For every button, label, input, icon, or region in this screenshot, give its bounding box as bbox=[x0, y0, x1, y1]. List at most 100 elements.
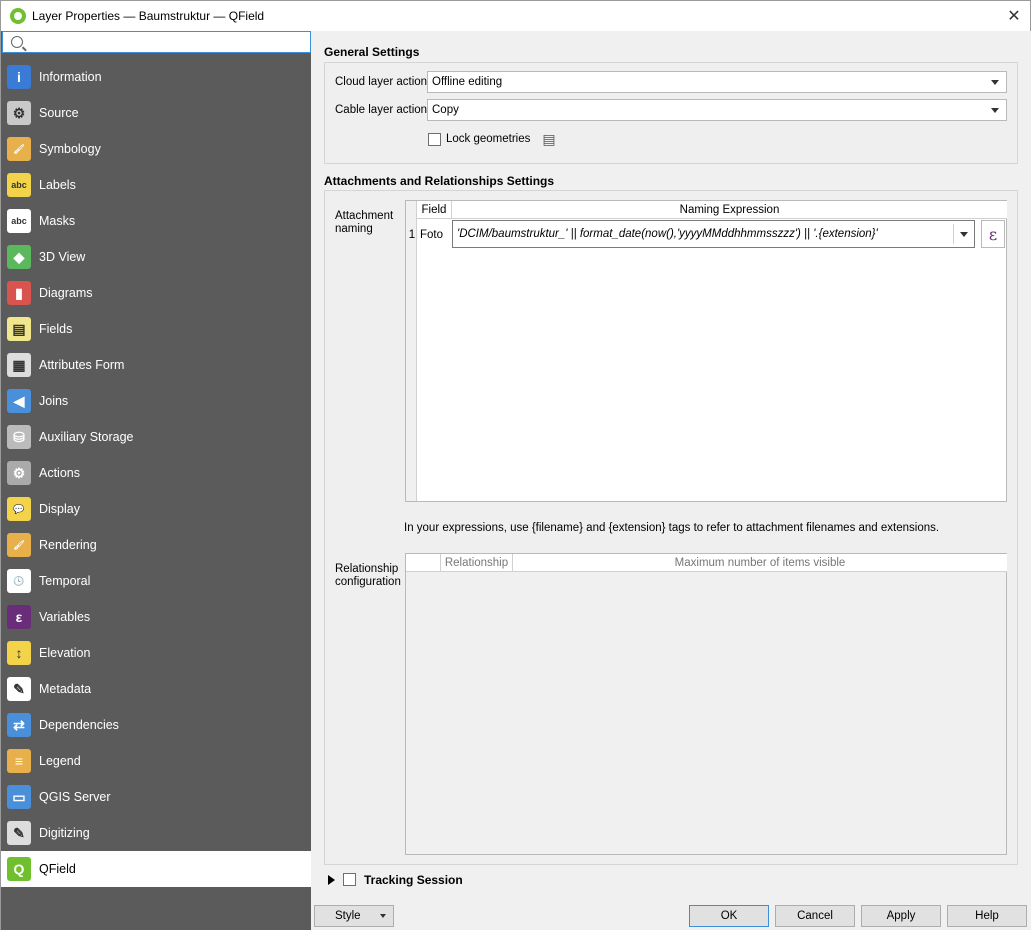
help-button[interactable]: Help bbox=[947, 905, 1027, 927]
close-button[interactable]: ✕ bbox=[998, 1, 1030, 31]
general-settings-title: General Settings bbox=[324, 45, 420, 59]
cable-layer-action-value: Copy bbox=[432, 104, 459, 116]
attachment-naming-label-line2: naming bbox=[335, 223, 373, 235]
dependencies-icon: ⇄ bbox=[7, 713, 31, 737]
sidebar-item-label: Source bbox=[39, 106, 79, 120]
expand-arrow-icon[interactable] bbox=[328, 875, 335, 885]
sidebar-item-label: Temporal bbox=[39, 574, 91, 588]
relationship-configuration-table: Relationship Maximum number of items vis… bbox=[405, 553, 1007, 855]
sidebar-item-variables[interactable]: ε Variables bbox=[1, 599, 311, 635]
diagrams-icon: ▮ bbox=[7, 281, 31, 305]
attributes-form-icon: ▦ bbox=[7, 353, 31, 377]
sidebar-item-label: Digitizing bbox=[39, 826, 90, 840]
sidebar: i Information ⚙ Source 🖌 Symbology abc Labels ab… bbox=[0, 31, 311, 930]
title-bar: Layer Properties — Baumstruktur — QField… bbox=[0, 0, 1031, 31]
combo-divider bbox=[953, 224, 954, 244]
cloud-layer-action-label: Cloud layer action bbox=[335, 76, 428, 88]
3d-view-icon: ◆ bbox=[7, 245, 31, 269]
sidebar-item-label: Symbology bbox=[39, 142, 101, 156]
sidebar-item-label: Attributes Form bbox=[39, 358, 125, 372]
variables-icon: ε bbox=[7, 605, 31, 629]
sidebar-item-source[interactable]: ⚙ Source bbox=[1, 95, 311, 131]
sidebar-item-qfield[interactable]: Q QField bbox=[1, 851, 311, 887]
sidebar-item-label: Masks bbox=[39, 214, 76, 228]
cloud-layer-action-select[interactable]: Offline editing bbox=[427, 71, 1007, 93]
data-defined-override-icon[interactable]: ▤ bbox=[538, 130, 560, 148]
symbology-icon: 🖌 bbox=[7, 137, 31, 161]
sidebar-item-elevation[interactable]: ↕ Elevation bbox=[1, 635, 311, 671]
expression-builder-button[interactable]: ε bbox=[981, 220, 1005, 248]
qgis-app-icon bbox=[10, 8, 26, 24]
masks-icon: abc bbox=[7, 209, 31, 233]
sidebar-item-qgis-server[interactable]: ▭ QGIS Server bbox=[1, 779, 311, 815]
cable-layer-action-label: Cable layer action bbox=[335, 104, 428, 116]
relationship-configuration-label: Relationship configuration bbox=[335, 563, 401, 589]
attachment-naming-table: Field Naming Expression 1 Foto 'DCIM/bau… bbox=[405, 200, 1007, 502]
column-header-relationship[interactable]: Relationship bbox=[441, 554, 513, 572]
attachment-naming-label-line1: Attachment bbox=[335, 210, 394, 222]
ok-button[interactable]: OK bbox=[689, 905, 769, 927]
rendering-icon: 🖌 bbox=[7, 533, 31, 557]
search-input[interactable] bbox=[31, 35, 301, 49]
sidebar-item-metadata[interactable]: ✎ Metadata bbox=[1, 671, 311, 707]
sidebar-item-label: Rendering bbox=[39, 538, 97, 552]
sidebar-item-fields[interactable]: ▤ Fields bbox=[1, 311, 311, 347]
sidebar-item-label: Variables bbox=[39, 610, 91, 624]
fields-icon: ▤ bbox=[7, 317, 31, 341]
column-header-naming-expression[interactable]: Naming Expression bbox=[452, 201, 1007, 219]
sidebar-item-3d-view[interactable]: ◆ 3D View bbox=[1, 239, 311, 275]
tracking-session-checkbox[interactable] bbox=[343, 873, 356, 886]
naming-expression-value: 'DCIM/baumstruktur_' || format_date(now(… bbox=[457, 228, 878, 240]
relationship-configuration-label-line2: configuration bbox=[335, 576, 401, 588]
sidebar-item-auxiliary-storage[interactable]: ⛁ Auxiliary Storage bbox=[1, 419, 311, 455]
attachments-settings-title: Attachments and Relationships Settings bbox=[324, 174, 555, 188]
tracking-session-label: Tracking Session bbox=[364, 873, 463, 887]
sidebar-item-rendering[interactable]: 🖌 Rendering bbox=[1, 527, 311, 563]
chevron-down-icon bbox=[991, 80, 999, 85]
cancel-button[interactable]: Cancel bbox=[775, 905, 855, 927]
apply-button[interactable]: Apply bbox=[861, 905, 941, 927]
sidebar-item-joins[interactable]: ◀ Joins bbox=[1, 383, 311, 419]
sidebar-item-temporal[interactable]: 🕓 Temporal bbox=[1, 563, 311, 599]
sidebar-item-attributes-form[interactable]: ▦ Attributes Form bbox=[1, 347, 311, 383]
cable-layer-action-select[interactable]: Copy bbox=[427, 99, 1007, 121]
attachment-naming-label: Attachment naming bbox=[335, 210, 393, 236]
panel-splitter[interactable] bbox=[311, 31, 315, 930]
style-button[interactable]: Style bbox=[314, 905, 394, 927]
naming-expression-input[interactable]: 'DCIM/baumstruktur_' || format_date(now(… bbox=[452, 220, 975, 248]
sidebar-item-dependencies[interactable]: ⇄ Dependencies bbox=[1, 707, 311, 743]
field-cell[interactable]: Foto bbox=[419, 221, 452, 249]
sidebar-item-label: QField bbox=[39, 862, 76, 876]
column-header-blank bbox=[406, 554, 441, 572]
display-icon: 💬 bbox=[7, 497, 31, 521]
sidebar-item-actions[interactable]: ⚙ Actions bbox=[1, 455, 311, 491]
search-box[interactable] bbox=[2, 31, 311, 53]
lock-geometries-checkbox[interactable] bbox=[428, 133, 441, 146]
digitizing-icon: ✎ bbox=[7, 821, 31, 845]
column-header-max-items[interactable]: Maximum number of items visible bbox=[513, 554, 1007, 572]
sidebar-item-labels[interactable]: abc Labels bbox=[1, 167, 311, 203]
style-button-label: Style bbox=[335, 910, 361, 922]
row-number: 1 bbox=[408, 229, 416, 241]
lock-geometries-label: Lock geometries bbox=[446, 133, 531, 145]
sidebar-item-diagrams[interactable]: ▮ Diagrams bbox=[1, 275, 311, 311]
sidebar-item-symbology[interactable]: 🖌 Symbology bbox=[1, 131, 311, 167]
general-settings-group: Cloud layer action Offline editing Cable… bbox=[324, 62, 1018, 164]
sidebar-item-label: Actions bbox=[39, 466, 80, 480]
info-icon: i bbox=[7, 65, 31, 89]
sidebar-item-legend[interactable]: ≡ Legend bbox=[1, 743, 311, 779]
epsilon-icon: ε bbox=[988, 224, 998, 244]
sidebar-item-masks[interactable]: abc Masks bbox=[1, 203, 311, 239]
chevron-down-icon bbox=[991, 108, 999, 113]
relationship-configuration-label-line1: Relationship bbox=[335, 563, 399, 575]
column-header-field[interactable]: Field bbox=[417, 201, 452, 219]
cloud-layer-action-value: Offline editing bbox=[432, 76, 503, 88]
source-icon: ⚙ bbox=[7, 101, 31, 125]
chevron-down-icon bbox=[380, 914, 386, 918]
sidebar-item-digitizing[interactable]: ✎ Digitizing bbox=[1, 815, 311, 851]
sidebar-item-display[interactable]: 💬 Display bbox=[1, 491, 311, 527]
joins-icon: ◀ bbox=[7, 389, 31, 413]
sidebar-item-label: Legend bbox=[39, 754, 81, 768]
legend-icon: ≡ bbox=[7, 749, 31, 773]
sidebar-item-information[interactable]: i Information bbox=[1, 59, 311, 95]
